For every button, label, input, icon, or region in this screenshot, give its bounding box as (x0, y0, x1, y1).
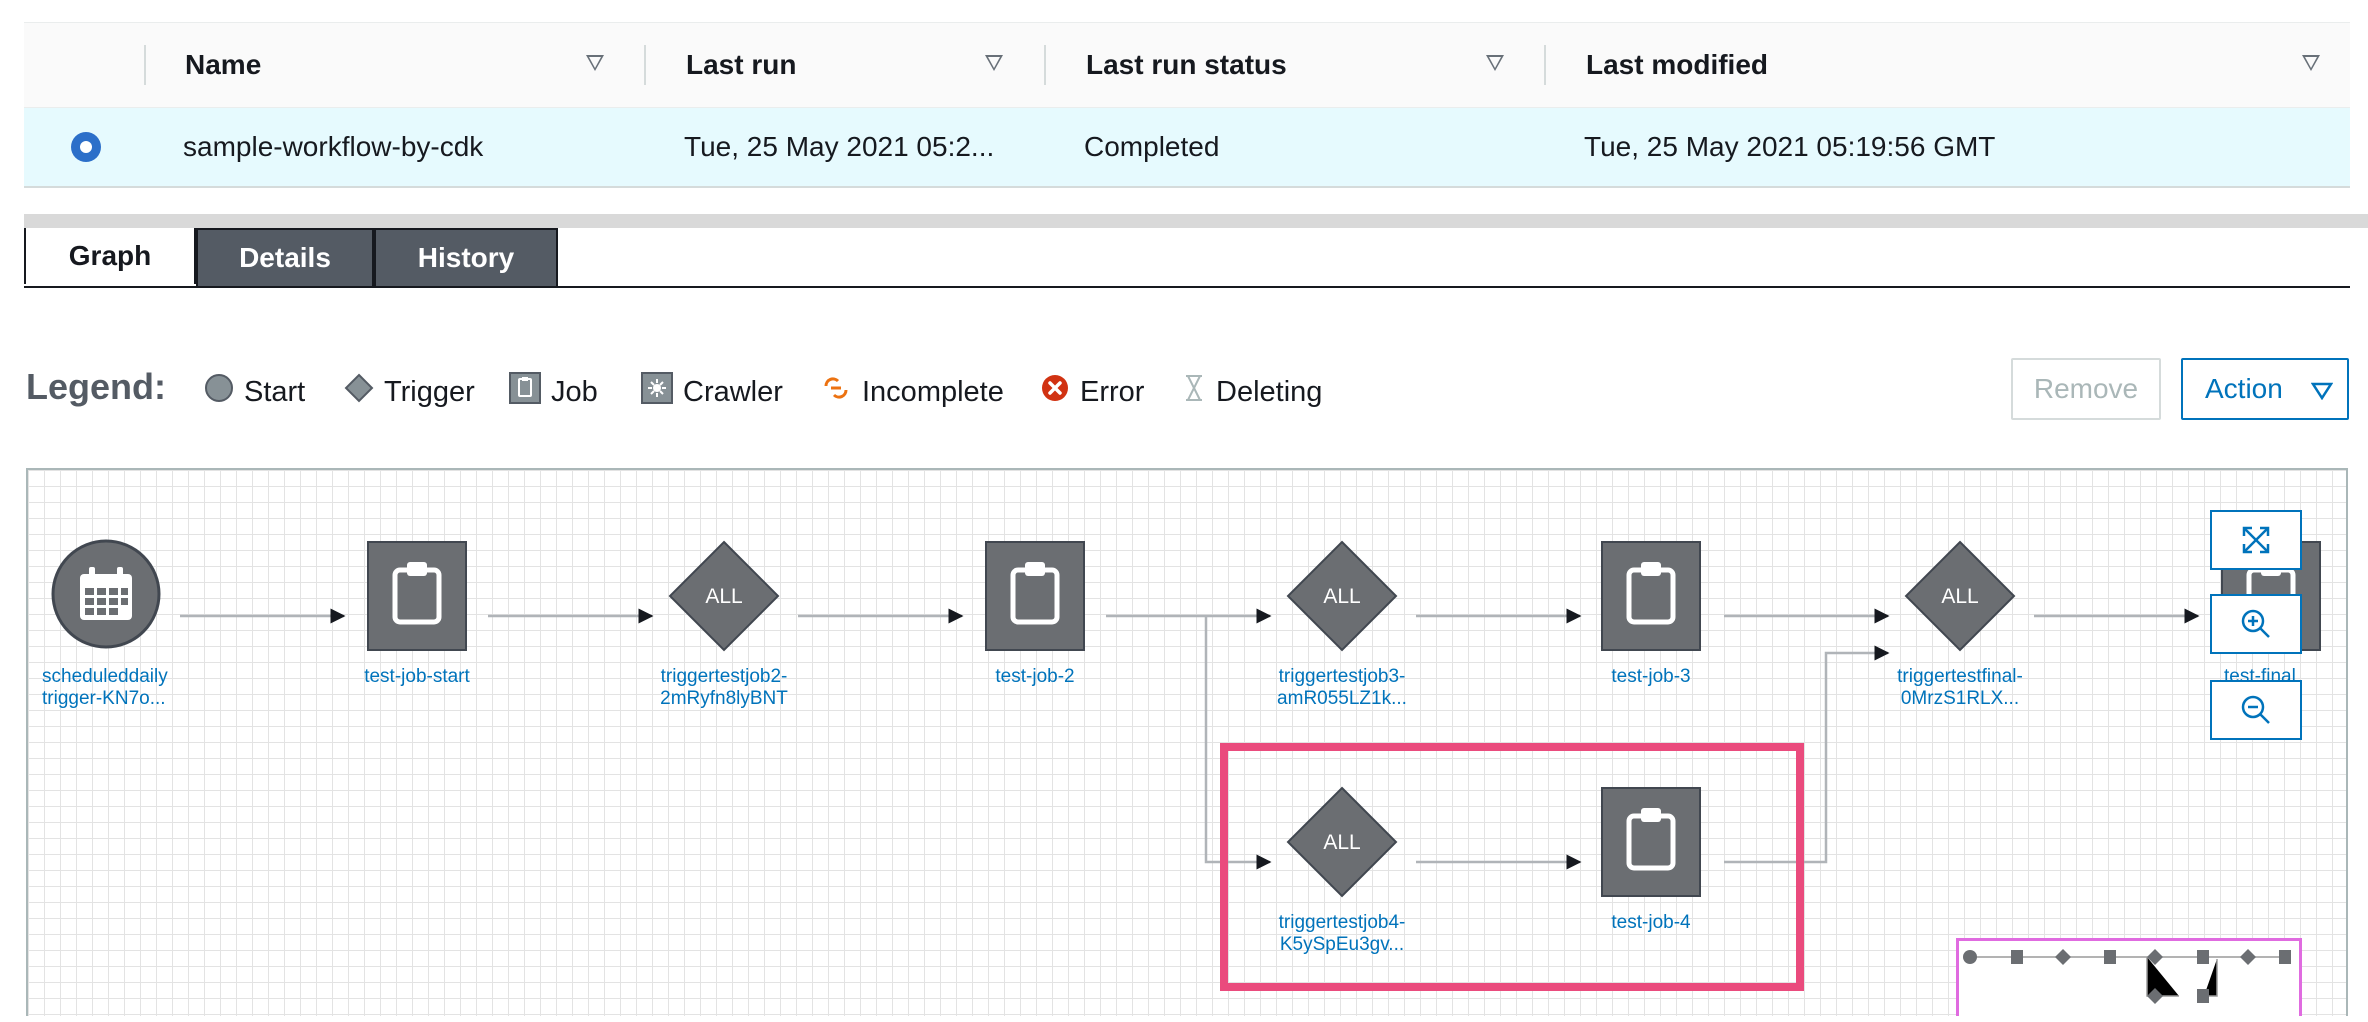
sort-name-icon[interactable] (586, 55, 604, 71)
label-line: test-job-3 (1611, 666, 1691, 687)
tab-history[interactable]: History (374, 228, 558, 286)
legend-label: Incomplete (862, 375, 1004, 408)
calendar-icon (80, 567, 132, 620)
action-button[interactable]: Action (2181, 358, 2349, 420)
label-line: 0MrzS1RLX... (1900, 688, 2020, 709)
node-label-test-job-3[interactable]: test-job-3 (1571, 666, 1731, 688)
node-job-test-job-3[interactable] (1601, 541, 1701, 651)
node-job-test-job-start[interactable] (367, 541, 467, 651)
crawler-icon (641, 372, 673, 412)
node-label-test-job-2[interactable]: test-job-2 (955, 666, 1115, 688)
column-separator (1544, 45, 1546, 85)
zoom-out-icon (2241, 695, 2270, 724)
table-header: Name Last run Last run status Last modif… (24, 22, 2350, 108)
remove-button[interactable]: Remove (2011, 358, 2161, 420)
fit-to-screen-button[interactable] (2210, 510, 2302, 570)
cell-last-modified: Tue, 25 May 2021 05:19:56 GMT (1584, 131, 1996, 162)
cell-last-run: Tue, 25 May 2021 05:2... (684, 131, 995, 162)
table-row[interactable]: sample-workflow-by-cdk Tue, 25 May 2021 … (24, 108, 2350, 188)
legend-label: Start (244, 375, 306, 408)
sort-last-run-status-icon[interactable] (1486, 55, 1504, 71)
column-header-last-run-status[interactable]: Last run status (1086, 23, 1287, 107)
column-separator (144, 45, 146, 85)
column-separator (644, 45, 646, 85)
legend-label: Job (551, 375, 598, 408)
hourglass-icon (1182, 373, 1206, 411)
legend-item-deleting: Deleting (1182, 374, 1322, 410)
legend-item-incomplete: Incomplete (820, 374, 1004, 410)
zoom-in-button[interactable] (2210, 594, 2302, 654)
legend-item-start: Start (204, 374, 305, 410)
zoom-out-button[interactable] (2210, 680, 2302, 740)
node-job-test-job-2[interactable] (985, 541, 1085, 651)
row-select-radio[interactable] (71, 132, 101, 162)
zoom-in-icon (2241, 609, 2270, 638)
column-header-name[interactable]: Name (185, 23, 261, 107)
legend-item-job: Job (509, 372, 598, 412)
tab-graph[interactable]: Graph (24, 228, 196, 284)
workflows-table: Name Last run Last run status Last modif… (24, 22, 2350, 188)
node-trigger-triggertestjob2[interactable]: ALL (668, 540, 780, 652)
legend-item-error: Error (1040, 374, 1144, 410)
sort-last-run-icon[interactable] (985, 55, 1003, 71)
node-label-test-job-start[interactable]: test-job-start (337, 666, 497, 688)
node-start-scheduleddaily[interactable] (51, 539, 161, 649)
node-label-triggertestjob2[interactable]: triggertestjob2- 2mRyfn8lyBNT (644, 666, 804, 710)
node-trigger-triggertestfinal[interactable]: ALL (1904, 540, 2016, 652)
graph-minimap[interactable] (1956, 938, 2302, 1016)
label-line: scheduleddaily (42, 666, 168, 687)
start-circle-icon (204, 373, 234, 411)
expand-icon (2242, 526, 2270, 554)
label-line: triggertestjob2- (660, 666, 788, 687)
label-line: triggertestfinal- (1897, 666, 2023, 687)
cell-name: sample-workflow-by-cdk (183, 131, 484, 162)
trigger-diamond-icon (344, 373, 374, 411)
cell-last-run-status: Completed (1084, 131, 1220, 162)
node-label-triggertestfinal[interactable]: triggertestfinal- 0MrzS1RLX... (1880, 666, 2040, 710)
minimap-graph (1963, 949, 2291, 1004)
sort-last-modified-icon[interactable] (2302, 55, 2320, 71)
trigger-type-label: ALL (1941, 585, 1978, 608)
detail-tabs: Graph Details History (24, 228, 2350, 288)
label-line: test-job-start (364, 666, 470, 687)
label-line: triggertestjob3- (1278, 666, 1406, 687)
incomplete-icon (820, 372, 852, 412)
action-button-label: Action (2205, 373, 2283, 404)
label-line: 2mRyfn8lyBNT (660, 688, 788, 709)
workflow-graph: ALL ALL ALL ALL (51, 539, 2321, 898)
legend-title: Legend: (26, 366, 166, 407)
panel-divider[interactable] (24, 214, 2368, 228)
label-line: trigger-KN7o... (42, 688, 166, 709)
legend-item-trigger: Trigger (344, 373, 475, 411)
legend-label: Crawler (683, 375, 783, 408)
node-label-triggertestjob3[interactable]: triggertestjob3- amR055LZ1k... (1262, 666, 1422, 710)
column-separator (1044, 45, 1046, 85)
column-header-last-run[interactable]: Last run (686, 23, 796, 107)
workflow-graph-canvas[interactable]: ALL ALL ALL ALL scheduleddaily trigger-K… (26, 468, 2348, 1016)
error-icon (1040, 373, 1070, 411)
job-clipboard-icon (509, 372, 541, 412)
legend-item-crawler: Crawler (641, 372, 783, 412)
column-header-last-modified[interactable]: Last modified (1586, 23, 1768, 107)
legend-label: Deleting (1216, 375, 1323, 408)
legend-label: Error (1080, 375, 1145, 408)
legend-label: Trigger (384, 375, 475, 408)
highlight-annotation (1220, 743, 1804, 991)
label-line: amR055LZ1k... (1277, 688, 1407, 709)
trigger-type-label: ALL (1323, 585, 1360, 608)
trigger-type-label: ALL (705, 585, 742, 608)
node-trigger-triggertestjob3[interactable]: ALL (1286, 540, 1398, 652)
node-label-start[interactable]: scheduleddaily trigger-KN7o... (42, 666, 168, 710)
chevron-down-icon (2311, 382, 2333, 400)
label-line: test-job-2 (995, 666, 1075, 687)
tab-details[interactable]: Details (196, 228, 374, 286)
